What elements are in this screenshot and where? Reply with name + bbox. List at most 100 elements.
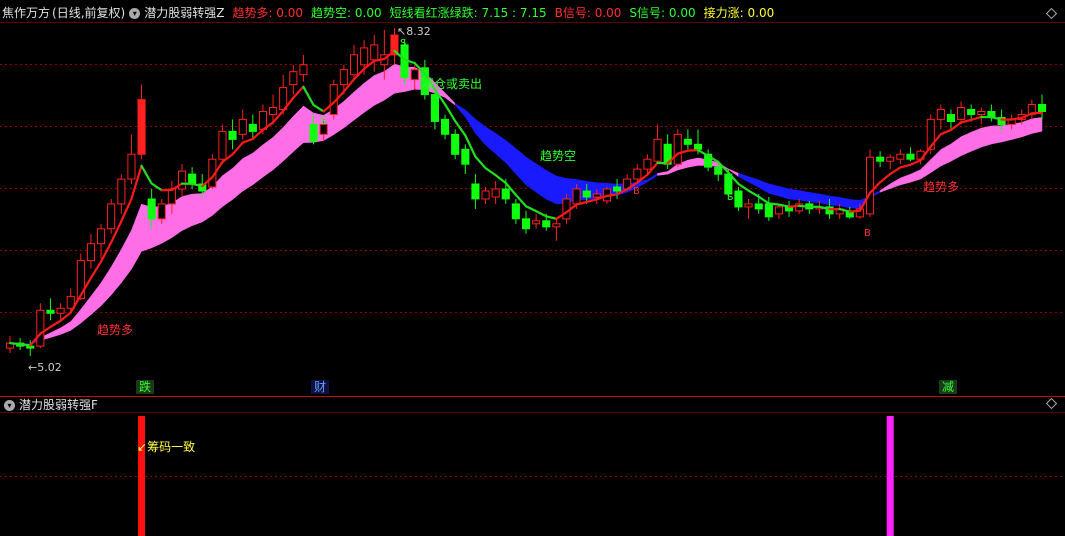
trend-line-segment [696, 149, 710, 157]
field-label: 接力涨 [703, 6, 740, 20]
ribbon-segment [353, 82, 365, 121]
candle-body [613, 186, 622, 192]
candle-body [936, 109, 945, 120]
tag-die[interactable]: 跌 [136, 380, 155, 394]
grid-lines [0, 64, 1065, 477]
trend-line-segment [848, 209, 862, 213]
ribbon-segment [738, 172, 749, 183]
candle-body [461, 148, 470, 165]
sub-indicator-name[interactable]: 潜力股弱转强F [19, 394, 98, 416]
candle-body [350, 54, 359, 76]
field-label: 趋势多 [232, 6, 269, 20]
candle-body [339, 69, 348, 86]
low-price-label: ←5.02 [28, 361, 62, 374]
ribbon-segment [50, 327, 61, 338]
trend-line-segment [889, 166, 902, 176]
signal-b-1: B [633, 186, 640, 197]
candle-body [977, 111, 986, 115]
tag-jian[interactable]: 减 [939, 380, 958, 394]
main-header: 焦作万方 (日线,前复权) ▾ 潜力股弱转强Z 趋势多: 0.00 趋势空: 0.… [0, 2, 782, 24]
ribbon-segment [768, 183, 780, 197]
field-5: 接力涨: 0.00 [704, 2, 775, 24]
candle-body [188, 173, 197, 185]
indicator-fields: 趋势多: 0.00 趋势空: 0.00 短线看红涨绿跌: 7.15 : 7.15 B信… [232, 2, 782, 24]
candle-body [643, 158, 652, 170]
ribbon-segment [60, 321, 71, 335]
ribbon-segment [242, 152, 254, 192]
candle-body [86, 243, 96, 262]
candle-body [36, 309, 45, 347]
ribbon-segment [545, 169, 557, 205]
ribbon-segment [525, 156, 537, 193]
candle-body [97, 228, 106, 245]
chevron-down-icon[interactable]: ▾ [129, 7, 141, 19]
ribbon-segment [970, 127, 982, 152]
trend-line-segment [747, 189, 760, 198]
candle-body [714, 166, 723, 175]
ribbon-segment [282, 115, 294, 162]
signal-s-2: S [400, 38, 406, 49]
candle-body [562, 198, 571, 220]
ribbon-segment [373, 71, 385, 106]
signal-s-1: S [320, 116, 326, 127]
ribbon-segment [131, 204, 142, 271]
trend-line-segment [878, 172, 892, 184]
candle-body [522, 218, 531, 230]
trend-line-segment [524, 205, 538, 213]
ribbon-segment [181, 193, 193, 231]
ribbon-segment [505, 139, 517, 175]
trend-line-segment [484, 167, 497, 177]
candle-body [582, 190, 591, 198]
trend-line-segment [140, 164, 153, 185]
ribbon-segment [454, 103, 466, 118]
candle-body [906, 153, 915, 160]
ribbon-segment [384, 63, 395, 101]
annotation-trend-short: 趋势空 [540, 149, 576, 163]
ribbon-segment [110, 248, 122, 296]
ribbon-segment [232, 158, 243, 201]
ribbon-segment [758, 179, 770, 194]
ribbon-segment [201, 186, 213, 223]
trend-line-segment [970, 115, 983, 121]
trend-line-segment [19, 343, 32, 347]
candle-body [744, 203, 753, 208]
candle-body [866, 156, 875, 215]
candle-body [430, 94, 439, 122]
ribbon-segment [910, 169, 921, 183]
trend-line-segment [494, 174, 507, 185]
ribbon-segment [960, 131, 972, 157]
sub-chevron-down-icon[interactable]: ▾ [4, 399, 15, 411]
candle-body [107, 203, 116, 230]
trend-line-segment [909, 159, 922, 166]
trend-line-segment [787, 204, 801, 208]
candle-body [299, 64, 308, 76]
candle-body [269, 107, 278, 115]
sub-header: ▾ 潜力股弱转强F [0, 394, 98, 416]
trend-line-segment [312, 103, 325, 113]
chart-canvas[interactable]: ↖8.32 ←5.02 趋势多 趋势空 减仓或卖出 趋势多 ↙筹码一致 S S … [0, 0, 1065, 536]
ribbon-segment [940, 143, 952, 167]
indicator-name[interactable]: 潜力股弱转强Z [144, 2, 224, 24]
candle-body [633, 168, 642, 180]
trend-line-segment [757, 195, 770, 205]
field-value: : 0.00 [586, 6, 622, 20]
sub-expand-diamond-icon[interactable] [1045, 397, 1058, 410]
annotation-trend-long-2: 趋势多 [923, 180, 959, 194]
expand-diamond-icon[interactable] [1045, 7, 1058, 20]
tag-cai[interactable]: 财 [311, 380, 330, 394]
ribbon-segment [819, 193, 830, 206]
candle-body [309, 123, 318, 142]
candle-body [238, 118, 247, 135]
ribbon-segment [991, 125, 1002, 145]
field-1: 趋势空: 0.00 [311, 2, 382, 24]
candle-body [1038, 104, 1047, 112]
ribbon-segment [262, 136, 274, 178]
ribbon-segment [80, 295, 92, 324]
candle-body [764, 203, 773, 218]
ribbon-segment [920, 159, 931, 180]
trend-line-segment [241, 137, 254, 144]
ribbon-segment [343, 91, 355, 129]
candle-body [673, 133, 682, 165]
candlesticks [6, 28, 1047, 356]
candle-body [592, 193, 601, 198]
